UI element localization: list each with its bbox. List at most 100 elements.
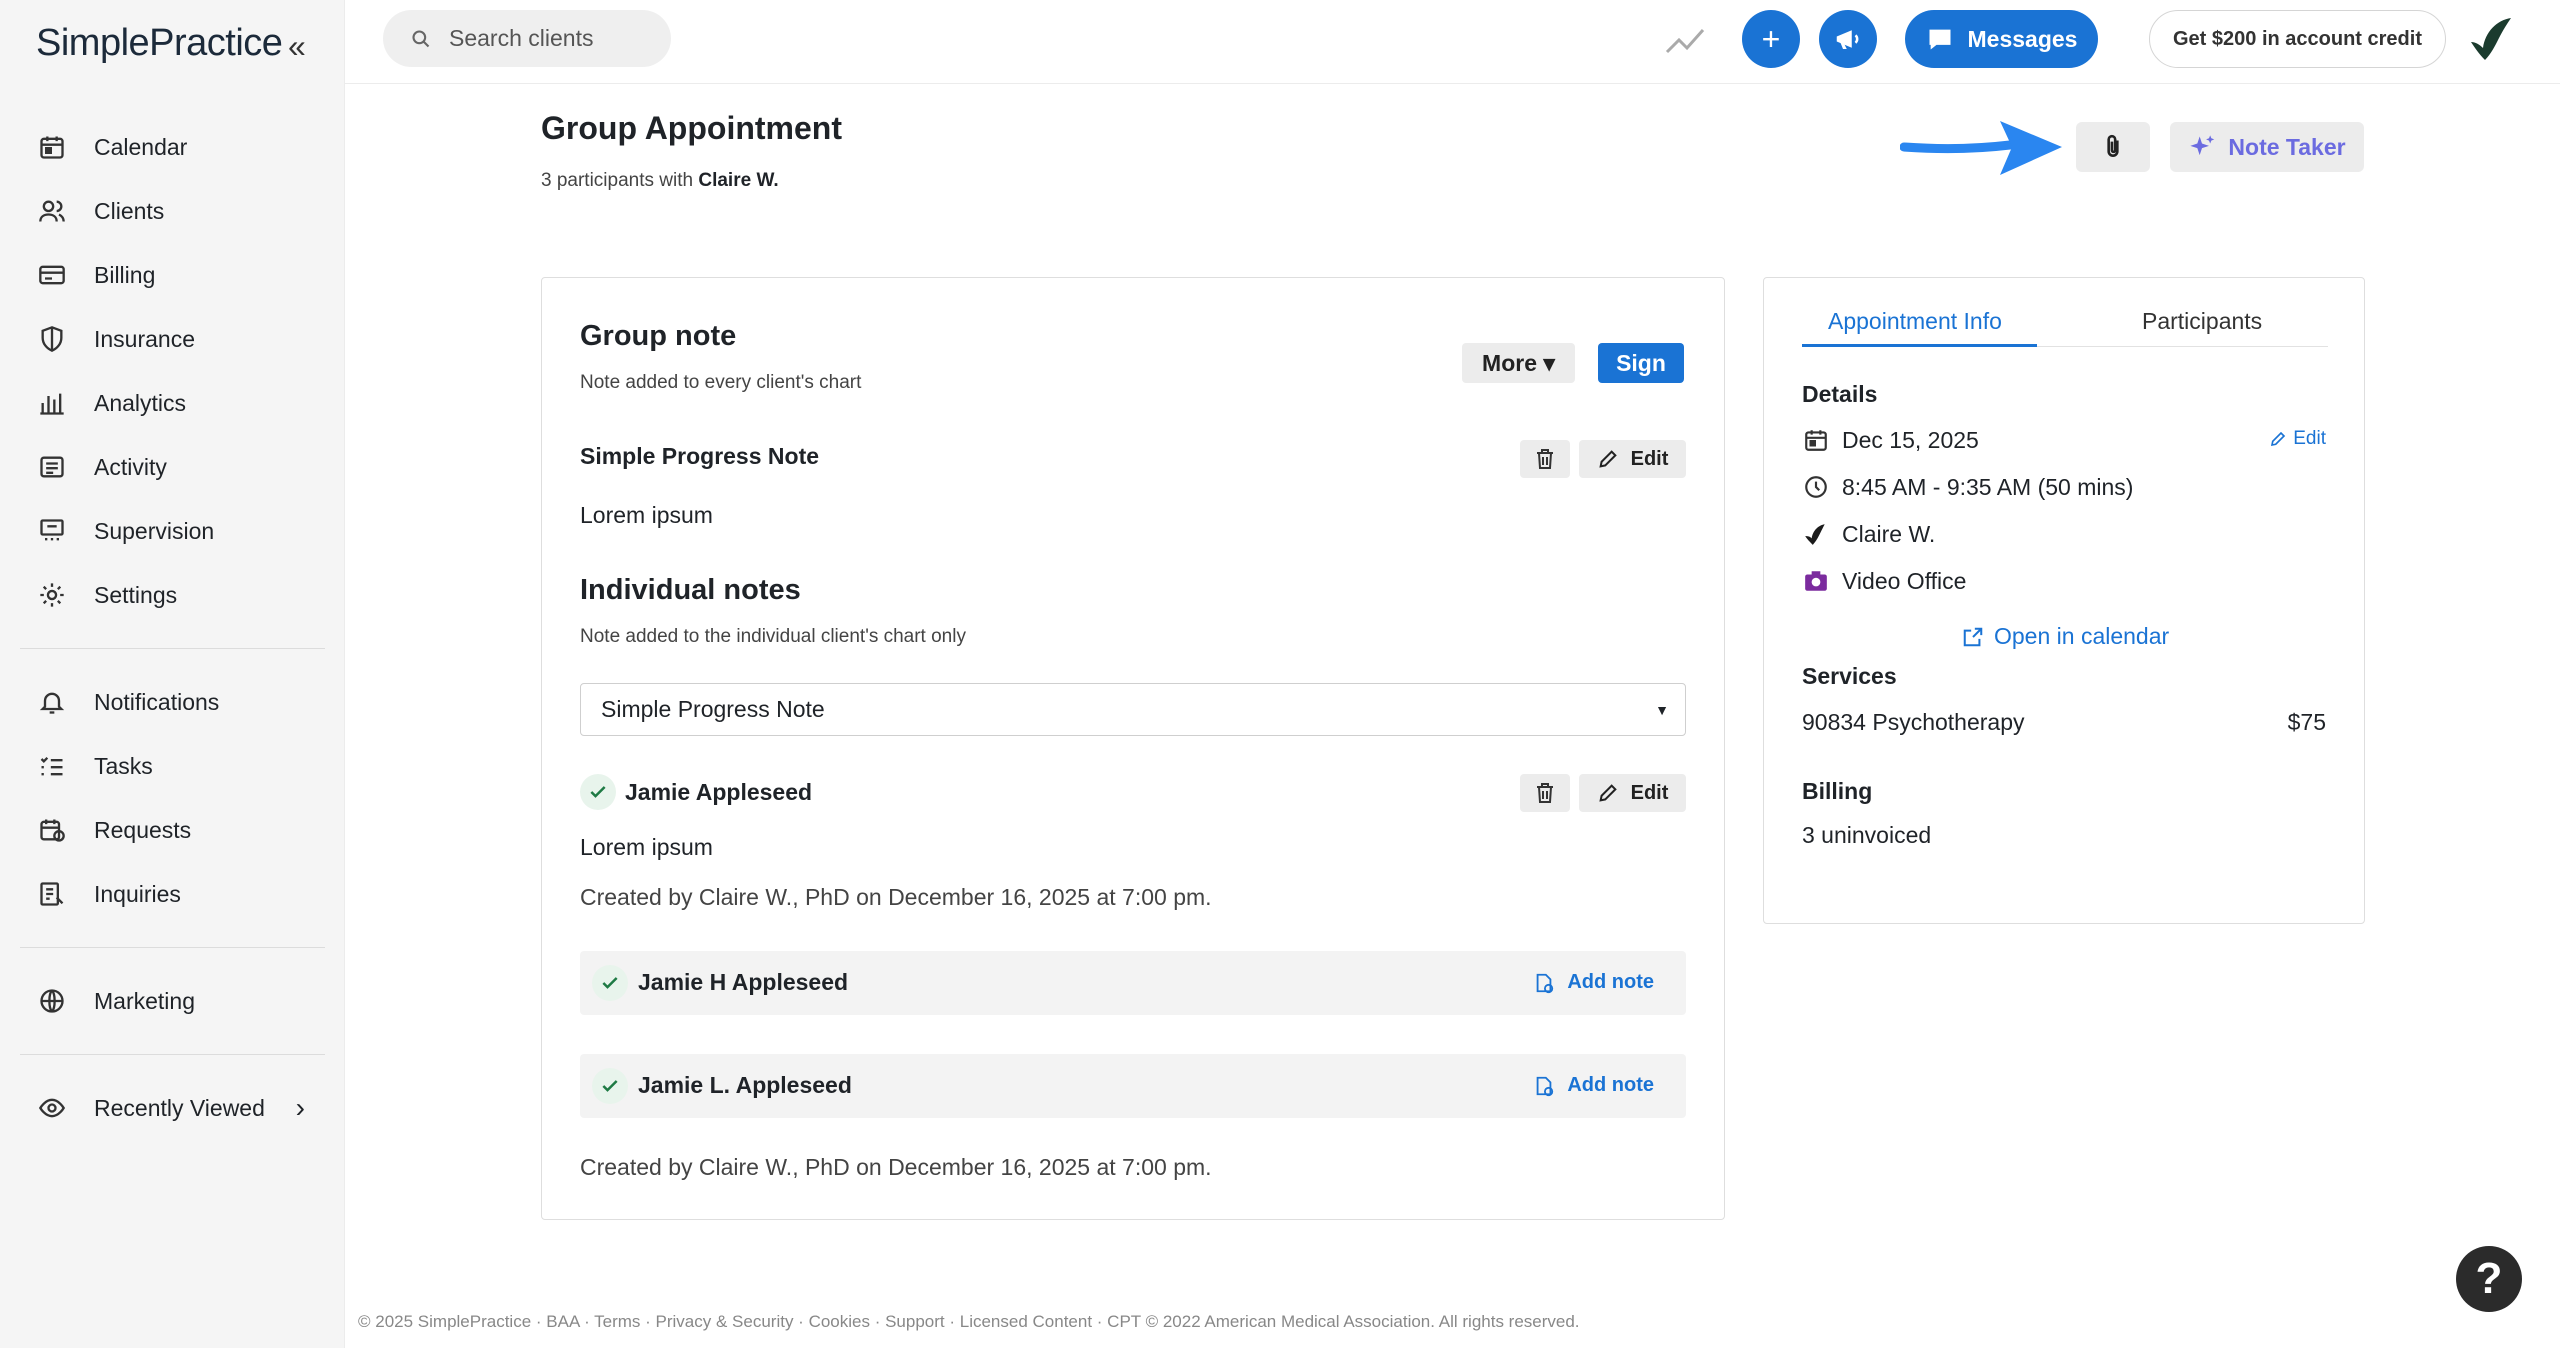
add-note-icon [1537, 1076, 1554, 1096]
sidebar-nav: Calendar Clients Billing Insurance Analy… [0, 115, 345, 1140]
group-note-card: Group note Note added to every client's … [541, 277, 1725, 1220]
clock-icon [1802, 473, 1830, 501]
trash-icon [1537, 783, 1553, 803]
pencil-icon [1598, 450, 1617, 468]
appointment-date: Dec 15, 2025 [1802, 426, 1979, 454]
announcements-button[interactable] [1819, 10, 1877, 68]
inquiry-icon [38, 880, 66, 908]
edit-details-button[interactable]: Edit [2269, 428, 2326, 450]
supervision-icon [38, 517, 66, 545]
paperclip-icon [2107, 134, 2119, 157]
delete-group-note-button[interactable] [1520, 440, 1570, 478]
sidebar-item-calendar[interactable]: Calendar [0, 115, 345, 179]
search-input[interactable]: Search clients [383, 10, 671, 67]
page-subtitle: 3 participants with Claire W. [541, 170, 779, 192]
sparkle-icon [2190, 135, 2215, 156]
sidebar-item-label: Tasks [94, 752, 153, 779]
add-note-button[interactable]: Add note [1533, 1074, 1654, 1097]
participant-name: Jamie H Appleseed [638, 969, 849, 995]
attach-button[interactable] [2076, 122, 2150, 172]
help-button[interactable]: ? [2456, 1246, 2522, 1312]
edit-individual-note-button[interactable]: Edit [1579, 774, 1686, 812]
individual-notes-created: Created by Claire W., PhD on December 16… [580, 1154, 1212, 1180]
messages-button[interactable]: Messages [1905, 10, 2098, 68]
clinician-value: Claire W. [1842, 520, 1936, 547]
pencil-icon [2271, 431, 2286, 447]
sidebar-item-insurance[interactable]: Insurance [0, 307, 345, 371]
participant-name: Jamie Appleseed [625, 779, 813, 805]
checklist-icon [38, 752, 66, 780]
sidebar-item-billing[interactable]: Billing [0, 243, 345, 307]
video-camera-icon [1802, 567, 1830, 595]
select-value: Simple Progress Note [601, 696, 825, 722]
sidebar-item-label: Inquiries [94, 880, 181, 907]
participant-row: Jamie L. Appleseed Add note [580, 1054, 1686, 1118]
trash-icon [1537, 449, 1553, 469]
delete-individual-note-button[interactable] [1520, 774, 1570, 812]
billing-heading: Billing [1802, 778, 1873, 804]
add-note-button[interactable]: Add note [1533, 971, 1654, 994]
sidebar-item-inquiries[interactable]: Inquiries [0, 862, 345, 926]
sidebar-item-settings[interactable]: Settings [0, 563, 345, 627]
sidebar-item-supervision[interactable]: Supervision [0, 499, 345, 563]
edit-label: Edit [1630, 447, 1669, 470]
sidebar-item-analytics[interactable]: Analytics [0, 371, 345, 435]
globe-icon [38, 987, 66, 1015]
sidebar-item-activity[interactable]: Activity [0, 435, 345, 499]
sidebar-item-recently-viewed[interactable]: Recently Viewed › [0, 1076, 345, 1140]
group-note-content: Lorem ipsum [580, 502, 713, 528]
service-name: 90834 Psychotherapy [1802, 709, 2025, 735]
sidebar-divider [20, 947, 325, 948]
open-in-calendar-link[interactable]: Open in calendar [1962, 623, 2169, 650]
sidebar-item-clients[interactable]: Clients [0, 179, 345, 243]
chevron-right-icon[interactable]: › [296, 1092, 305, 1124]
add-note-label: Add note [1567, 1074, 1654, 1096]
sign-button[interactable]: Sign [1598, 343, 1684, 383]
sidebar-item-tasks[interactable]: Tasks [0, 734, 345, 798]
edit-group-note-button[interactable]: Edit [1579, 440, 1686, 478]
sidebar: SimplePractice « Calendar Clients Billin… [0, 0, 345, 1348]
avatar[interactable] [2467, 14, 2517, 64]
sidebar-item-notifications[interactable]: Notifications [0, 670, 345, 734]
top-bar: Search clients + Messages Get $200 in ac… [345, 0, 2560, 84]
active-tab-indicator [1802, 344, 2037, 347]
sidebar-item-label: Notifications [94, 688, 220, 715]
services-heading: Services [1802, 663, 1897, 689]
app-logo[interactable]: SimplePractice [36, 22, 283, 65]
page-title: Group Appointment [541, 110, 842, 146]
participant-row: Jamie H Appleseed Add note [580, 951, 1686, 1015]
tab-appointment-info[interactable]: Appointment Info [1828, 308, 2002, 335]
note-template-select[interactable]: Simple Progress Note ▼ [580, 683, 1686, 736]
sidebar-item-requests[interactable]: Requests [0, 798, 345, 862]
users-icon [38, 197, 66, 225]
sidebar-item-label: Requests [94, 816, 192, 843]
sidebar-item-label: Analytics [94, 389, 187, 416]
sidebar-item-label: Billing [94, 261, 156, 288]
sidebar-item-marketing[interactable]: Marketing [0, 969, 345, 1033]
subtitle-clinician: Claire W. [698, 170, 779, 191]
more-dropdown-button[interactable]: More ▾ [1462, 343, 1575, 383]
check-icon [592, 1068, 628, 1104]
edit-label: Edit [1630, 781, 1669, 804]
individual-note-created: Created by Claire W., PhD on December 16… [580, 884, 1212, 910]
check-icon [580, 774, 616, 810]
check-icon [592, 965, 628, 1001]
individual-note-content: Lorem ipsum [580, 834, 713, 860]
group-note-type: Simple Progress Note [580, 443, 820, 469]
appointment-location: Video Office [1802, 567, 1966, 595]
collapse-sidebar-icon[interactable]: « [288, 28, 306, 65]
billing-status[interactable]: 3 uninvoiced [1802, 822, 1931, 849]
search-placeholder: Search clients [449, 25, 594, 51]
page-footer[interactable]: © 2025 SimplePractice · BAA · Terms · Pr… [358, 1312, 1580, 1332]
note-taker-button[interactable]: Note Taker [2170, 122, 2364, 172]
sidebar-divider [20, 648, 325, 649]
search-icon [412, 29, 430, 47]
sidebar-item-label: Activity [94, 453, 167, 480]
account-credit-button[interactable]: Get $200 in account credit [2149, 10, 2446, 68]
chat-icon [1929, 29, 1951, 50]
add-button[interactable]: + [1742, 10, 1800, 68]
external-link-icon [1963, 627, 1983, 646]
tab-participants[interactable]: Participants [2142, 308, 2262, 335]
trend-icon[interactable] [1665, 22, 1705, 58]
sidebar-item-label: Clients [94, 197, 165, 224]
